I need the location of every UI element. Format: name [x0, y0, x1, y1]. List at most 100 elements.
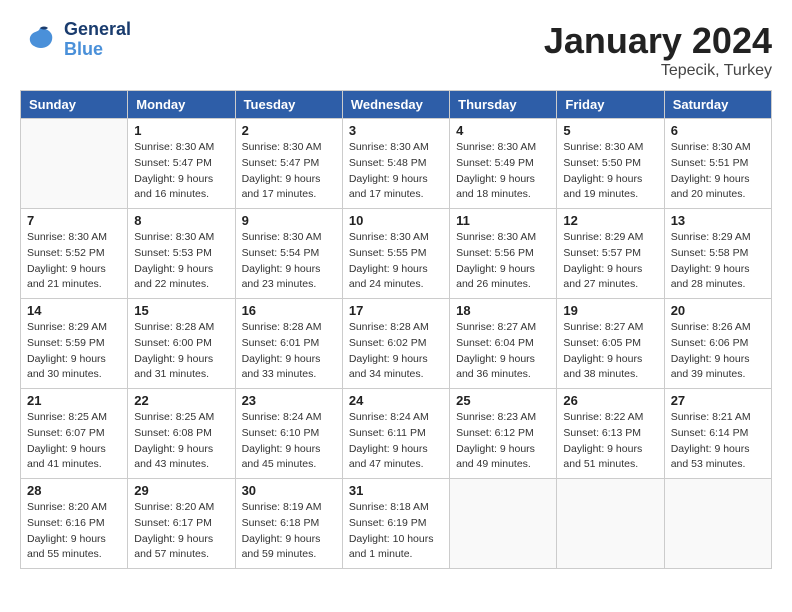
detail-line: Sunrise: 8:20 AM	[134, 500, 228, 516]
detail-line: Sunset: 5:54 PM	[242, 246, 336, 262]
week-row-0: 1Sunrise: 8:30 AMSunset: 5:47 PMDaylight…	[21, 119, 772, 209]
detail-line: and 28 minutes.	[671, 277, 765, 293]
detail-line: Sunset: 5:57 PM	[563, 246, 657, 262]
calendar-cell: 11Sunrise: 8:30 AMSunset: 5:56 PMDayligh…	[450, 209, 557, 299]
detail-line: Sunset: 5:50 PM	[563, 156, 657, 172]
day-number: 1	[134, 123, 228, 138]
day-detail: Sunrise: 8:26 AMSunset: 6:06 PMDaylight:…	[671, 320, 765, 383]
detail-line: Sunrise: 8:27 AM	[456, 320, 550, 336]
detail-line: Daylight: 9 hours	[563, 172, 657, 188]
detail-line: Daylight: 9 hours	[456, 442, 550, 458]
day-detail: Sunrise: 8:24 AMSunset: 6:10 PMDaylight:…	[242, 410, 336, 473]
detail-line: and 24 minutes.	[349, 277, 443, 293]
detail-line: Sunset: 6:13 PM	[563, 426, 657, 442]
detail-line: Sunrise: 8:23 AM	[456, 410, 550, 426]
logo-general-text: General	[64, 20, 131, 40]
calendar-cell: 7Sunrise: 8:30 AMSunset: 5:52 PMDaylight…	[21, 209, 128, 299]
detail-line: Daylight: 9 hours	[563, 262, 657, 278]
calendar-cell: 2Sunrise: 8:30 AMSunset: 5:47 PMDaylight…	[235, 119, 342, 209]
detail-line: Daylight: 9 hours	[349, 172, 443, 188]
day-number: 12	[563, 213, 657, 228]
calendar-cell: 3Sunrise: 8:30 AMSunset: 5:48 PMDaylight…	[342, 119, 449, 209]
week-row-3: 21Sunrise: 8:25 AMSunset: 6:07 PMDayligh…	[21, 389, 772, 479]
location-title: Tepecik, Turkey	[544, 62, 772, 80]
detail-line: Sunrise: 8:30 AM	[349, 230, 443, 246]
calendar-header: SundayMondayTuesdayWednesdayThursdayFrid…	[21, 91, 772, 119]
day-detail: Sunrise: 8:28 AMSunset: 6:00 PMDaylight:…	[134, 320, 228, 383]
detail-line: Sunset: 6:11 PM	[349, 426, 443, 442]
day-number: 28	[27, 483, 121, 498]
day-detail: Sunrise: 8:30 AMSunset: 5:50 PMDaylight:…	[563, 140, 657, 203]
header-day-monday: Monday	[128, 91, 235, 119]
calendar-cell: 12 Sunrise: 8:29 AMSunset: 5:57 PMDayligh…	[557, 209, 664, 299]
detail-line: Sunset: 5:47 PM	[242, 156, 336, 172]
detail-line: Sunset: 6:02 PM	[349, 336, 443, 352]
detail-line: Sunrise: 8:30 AM	[134, 230, 228, 246]
day-number: 21	[27, 393, 121, 408]
detail-line: Sunrise: 8:28 AM	[242, 320, 336, 336]
detail-line: and 53 minutes.	[671, 457, 765, 473]
day-detail: Sunrise: 8:19 AMSunset: 6:18 PMDaylight:…	[242, 500, 336, 563]
detail-line: Daylight: 9 hours	[349, 442, 443, 458]
day-detail: Sunrise: 8:29 AMSunset: 5:57 PMDaylight:…	[563, 230, 657, 293]
detail-line: Sunset: 6:00 PM	[134, 336, 228, 352]
detail-line: Sunrise: 8:25 AM	[27, 410, 121, 426]
detail-line: Daylight: 9 hours	[456, 172, 550, 188]
detail-line: and 23 minutes.	[242, 277, 336, 293]
header-day-thursday: Thursday	[450, 91, 557, 119]
detail-line: Daylight: 9 hours	[134, 172, 228, 188]
day-detail: Sunrise: 8:28 AMSunset: 6:02 PMDaylight:…	[349, 320, 443, 383]
day-number: 25	[456, 393, 550, 408]
detail-line: Sunset: 5:53 PM	[134, 246, 228, 262]
detail-line: Sunrise: 8:21 AM	[671, 410, 765, 426]
day-detail: Sunrise: 8:30 AMSunset: 5:56 PMDaylight:…	[456, 230, 550, 293]
detail-line: Daylight: 9 hours	[27, 352, 121, 368]
calendar-cell	[664, 479, 771, 569]
day-detail: Sunrise: 8:25 AMSunset: 6:08 PMDaylight:…	[134, 410, 228, 473]
day-detail: Sunrise: 8:30 AMSunset: 5:49 PMDaylight:…	[456, 140, 550, 203]
calendar-cell: 4Sunrise: 8:30 AMSunset: 5:49 PMDaylight…	[450, 119, 557, 209]
title-area: January 2024 Tepecik, Turkey	[544, 20, 772, 80]
calendar-cell: 17Sunrise: 8:28 AMSunset: 6:02 PMDayligh…	[342, 299, 449, 389]
calendar-cell: 8Sunrise: 8:30 AMSunset: 5:53 PMDaylight…	[128, 209, 235, 299]
header-day-sunday: Sunday	[21, 91, 128, 119]
day-number: 20	[671, 303, 765, 318]
calendar-cell: 25 Sunrise: 8:23 AMSunset: 6:12 PMDayligh…	[450, 389, 557, 479]
calendar-cell: 10Sunrise: 8:30 AMSunset: 5:55 PMDayligh…	[342, 209, 449, 299]
day-number: 29	[134, 483, 228, 498]
detail-line: Daylight: 9 hours	[242, 352, 336, 368]
detail-line: Daylight: 9 hours	[27, 262, 121, 278]
detail-line: Sunrise: 8:30 AM	[134, 140, 228, 156]
detail-line: Sunset: 6:06 PM	[671, 336, 765, 352]
detail-line: Sunset: 6:19 PM	[349, 516, 443, 532]
detail-line: Sunset: 6:05 PM	[563, 336, 657, 352]
logo: General Blue	[20, 20, 131, 60]
day-detail: Sunrise: 8:24 AMSunset: 6:11 PMDaylight:…	[349, 410, 443, 473]
header: General Blue January 2024 Tepecik, Turke…	[20, 20, 772, 80]
day-detail: Sunrise: 8:27 AMSunset: 6:04 PMDaylight:…	[456, 320, 550, 383]
detail-line: Sunrise: 8:18 AM	[349, 500, 443, 516]
detail-line: and 59 minutes.	[242, 547, 336, 563]
detail-line: Daylight: 9 hours	[456, 262, 550, 278]
week-row-2: 14Sunrise: 8:29 AMSunset: 5:59 PMDayligh…	[21, 299, 772, 389]
detail-line: Sunset: 5:52 PM	[27, 246, 121, 262]
header-day-tuesday: Tuesday	[235, 91, 342, 119]
calendar-cell: 1Sunrise: 8:30 AMSunset: 5:47 PMDaylight…	[128, 119, 235, 209]
detail-line: Daylight: 9 hours	[134, 352, 228, 368]
day-detail: Sunrise: 8:29 AMSunset: 5:59 PMDaylight:…	[27, 320, 121, 383]
calendar-cell: 5Sunrise: 8:30 AMSunset: 5:50 PMDaylight…	[557, 119, 664, 209]
calendar-cell: 23Sunrise: 8:24 AMSunset: 6:10 PMDayligh…	[235, 389, 342, 479]
detail-line: Sunset: 6:12 PM	[456, 426, 550, 442]
day-number: 30	[242, 483, 336, 498]
detail-line: and 43 minutes.	[134, 457, 228, 473]
detail-line: Daylight: 9 hours	[671, 172, 765, 188]
calendar-cell	[557, 479, 664, 569]
detail-line: Sunrise: 8:29 AM	[563, 230, 657, 246]
detail-line: and 16 minutes.	[134, 187, 228, 203]
detail-line: Daylight: 9 hours	[134, 532, 228, 548]
detail-line: Daylight: 9 hours	[349, 352, 443, 368]
detail-line: Sunrise: 8:30 AM	[242, 140, 336, 156]
detail-line: Sunset: 6:04 PM	[456, 336, 550, 352]
day-detail: Sunrise: 8:30 AMSunset: 5:54 PMDaylight:…	[242, 230, 336, 293]
detail-line: and 31 minutes.	[134, 367, 228, 383]
